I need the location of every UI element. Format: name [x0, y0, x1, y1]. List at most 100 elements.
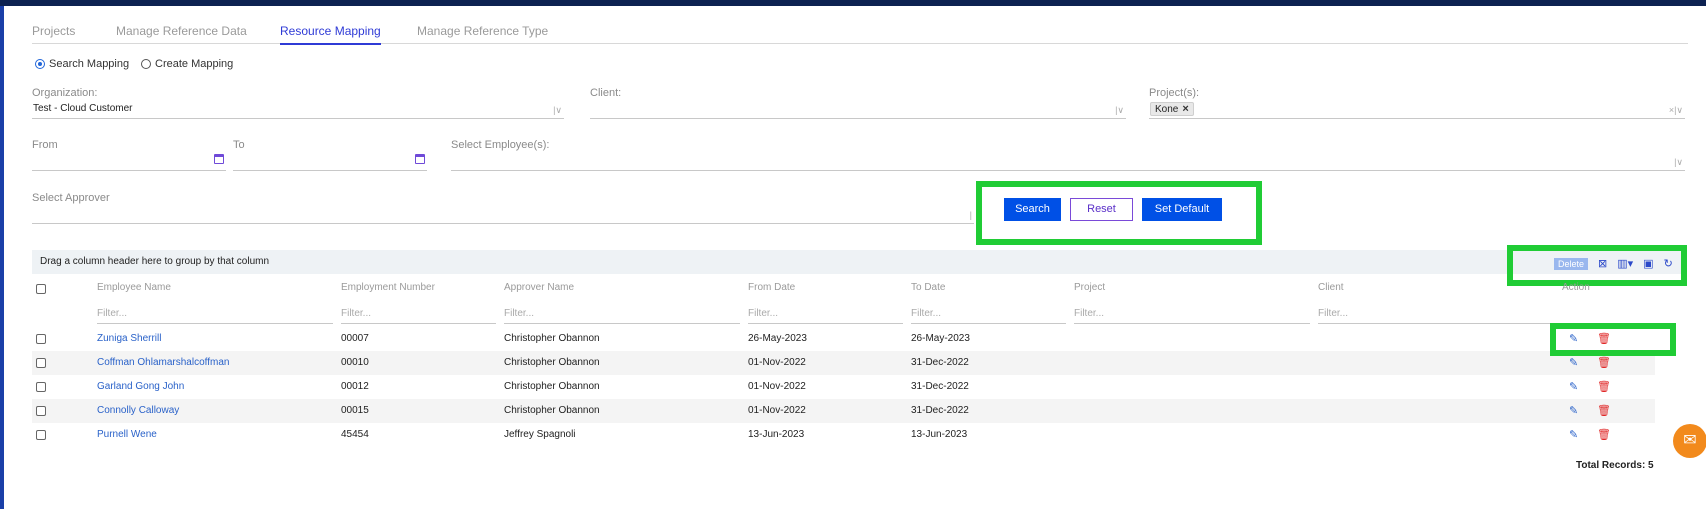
calendar-icon[interactable]	[214, 154, 224, 164]
table-row: Zuniga Sherrill 00007 Christopher Obanno…	[32, 327, 1655, 351]
remove-chip-icon[interactable]: ×	[1182, 103, 1188, 115]
from-date: 01-Nov-2022	[748, 357, 806, 368]
radio-indicator	[141, 59, 151, 69]
column-header[interactable]: Employment Number	[341, 282, 435, 293]
organization-label: Organization:	[32, 87, 98, 99]
select-all-checkbox[interactable]	[36, 284, 46, 294]
from-date: 01-Nov-2022	[748, 405, 806, 416]
organization-select[interactable]: Test - Cloud Customer |∨	[32, 101, 564, 119]
employee-name-link[interactable]: Zuniga Sherrill	[97, 333, 161, 344]
edit-icon[interactable]: ✎	[1569, 356, 1578, 369]
row-checkbox[interactable]	[36, 334, 46, 344]
highlight-box	[1550, 323, 1676, 356]
row-checkbox[interactable]	[36, 406, 46, 416]
filter-input[interactable]: Filter...	[97, 306, 333, 324]
excel-export-icon[interactable]: ⊠	[1598, 257, 1607, 270]
column-header[interactable]: Project	[1074, 282, 1105, 293]
row-checkbox[interactable]	[36, 430, 46, 440]
employee-name-link[interactable]: Purnell Wene	[97, 429, 157, 440]
edit-icon[interactable]: ✎	[1569, 428, 1578, 441]
project-chip[interactable]: Kone ×	[1150, 102, 1194, 116]
filter-input[interactable]: Filter...	[1074, 306, 1310, 324]
clear-and-chevron-icon[interactable]: ×|∨	[1669, 102, 1683, 118]
column-chooser-icon[interactable]: ▥▾	[1617, 257, 1633, 270]
to-date-input[interactable]	[233, 153, 427, 171]
search-button[interactable]: Search	[1004, 198, 1061, 221]
filter-input[interactable]: Filter...	[748, 306, 903, 324]
column-header[interactable]: From Date	[748, 282, 795, 293]
tab-resource-mapping[interactable]: Resource Mapping	[280, 24, 381, 45]
project-chip-label: Kone	[1155, 104, 1179, 115]
tab-projects[interactable]: Projects	[32, 24, 75, 43]
filter-input[interactable]: Filter...	[1318, 306, 1554, 324]
chevron-down-icon: |∨	[1674, 157, 1683, 167]
row-checkbox[interactable]	[36, 358, 46, 368]
search-mapping-radio[interactable]: Search Mapping	[35, 58, 129, 70]
filter-placeholder: Filter...	[748, 308, 779, 319]
filter-input[interactable]: Filter...	[341, 306, 496, 324]
top-banner	[0, 0, 1706, 6]
filter-input[interactable]: Filter...	[504, 306, 740, 324]
delete-button[interactable]: Delete	[1554, 257, 1589, 270]
employee-name-link[interactable]: Coffman Ohlamarshalcoffman	[97, 357, 229, 368]
filter-placeholder: Filter...	[97, 308, 128, 319]
approver-select[interactable]: |	[32, 206, 974, 224]
edit-icon[interactable]: ✎	[1569, 380, 1578, 393]
approver-name: Christopher Obannon	[504, 405, 600, 416]
chevron-down-icon: |∨	[553, 105, 562, 115]
to-label: To	[233, 139, 245, 151]
client-select[interactable]: |∨	[590, 101, 1126, 119]
employment-number: 00012	[341, 381, 369, 392]
from-date: 13-Jun-2023	[748, 429, 805, 440]
row-checkbox[interactable]	[36, 382, 46, 392]
group-by-bar[interactable]: Drag a column header here to group by th…	[32, 250, 1687, 274]
column-header[interactable]: Client	[1318, 282, 1344, 293]
divider-icon: |	[969, 210, 972, 220]
trash-icon[interactable]: 🗑	[1597, 380, 1611, 393]
from-date: 26-May-2023	[748, 333, 807, 344]
filter-placeholder: Filter...	[1318, 308, 1349, 319]
edit-icon[interactable]: ✎	[1569, 404, 1578, 417]
from-date-input[interactable]	[32, 153, 226, 171]
approver-name: Christopher Obannon	[504, 333, 600, 344]
table-row: Garland Gong John 00012 Christopher Oban…	[32, 375, 1655, 399]
grid-toolbar: Delete ⊠ ▥▾ ▣ ↻	[1554, 257, 1673, 270]
to-date: 26-May-2023	[911, 333, 970, 344]
column-header[interactable]: Approver Name	[504, 282, 574, 293]
trash-icon[interactable]: 🗑	[1597, 428, 1611, 441]
employment-number: 00007	[341, 333, 369, 344]
filter-input[interactable]: Filter...	[911, 306, 1066, 324]
feedback-icon[interactable]: ✉	[1673, 424, 1706, 458]
filter-placeholder: Filter...	[504, 308, 535, 319]
calendar-icon[interactable]	[415, 154, 425, 164]
client-label: Client:	[590, 87, 622, 99]
approver-name: Christopher Obannon	[504, 381, 600, 392]
from-label: From	[32, 139, 58, 151]
tab-manage-reference-data[interactable]: Manage Reference Data	[116, 24, 247, 43]
save-icon[interactable]: ▣	[1643, 257, 1653, 270]
reset-button[interactable]: Reset	[1070, 198, 1133, 221]
employee-name-link[interactable]: Garland Gong John	[97, 381, 184, 392]
search-mapping-label: Search Mapping	[49, 58, 130, 70]
tab-bar: Projects Manage Reference Data Resource …	[32, 22, 1688, 45]
approver-name: Christopher Obannon	[504, 357, 600, 368]
trash-icon[interactable]: 🗑	[1597, 356, 1611, 369]
column-header[interactable]: Employee Name	[97, 282, 171, 293]
column-header[interactable]: To Date	[911, 282, 945, 293]
trash-icon[interactable]: 🗑	[1597, 404, 1611, 417]
refresh-icon[interactable]: ↻	[1664, 257, 1673, 270]
left-accent-bar	[0, 6, 4, 509]
organization-value: Test - Cloud Customer	[33, 103, 133, 114]
projects-select[interactable]: Kone × ×|∨	[1149, 101, 1685, 119]
set-default-button[interactable]: Set Default	[1142, 198, 1222, 221]
employees-select[interactable]: |∨	[451, 153, 1685, 171]
filter-placeholder: Filter...	[341, 308, 372, 319]
create-mapping-radio[interactable]: Create Mapping	[141, 58, 233, 70]
approver-label: Select Approver	[32, 192, 110, 204]
employee-name-link[interactable]: Connolly Calloway	[97, 405, 179, 416]
chevron-down-icon: |∨	[1115, 105, 1124, 115]
filter-placeholder: Filter...	[1074, 308, 1105, 319]
to-date: 31-Dec-2022	[911, 381, 969, 392]
employees-label: Select Employee(s):	[451, 139, 550, 151]
tab-manage-reference-type[interactable]: Manage Reference Type	[417, 24, 548, 43]
